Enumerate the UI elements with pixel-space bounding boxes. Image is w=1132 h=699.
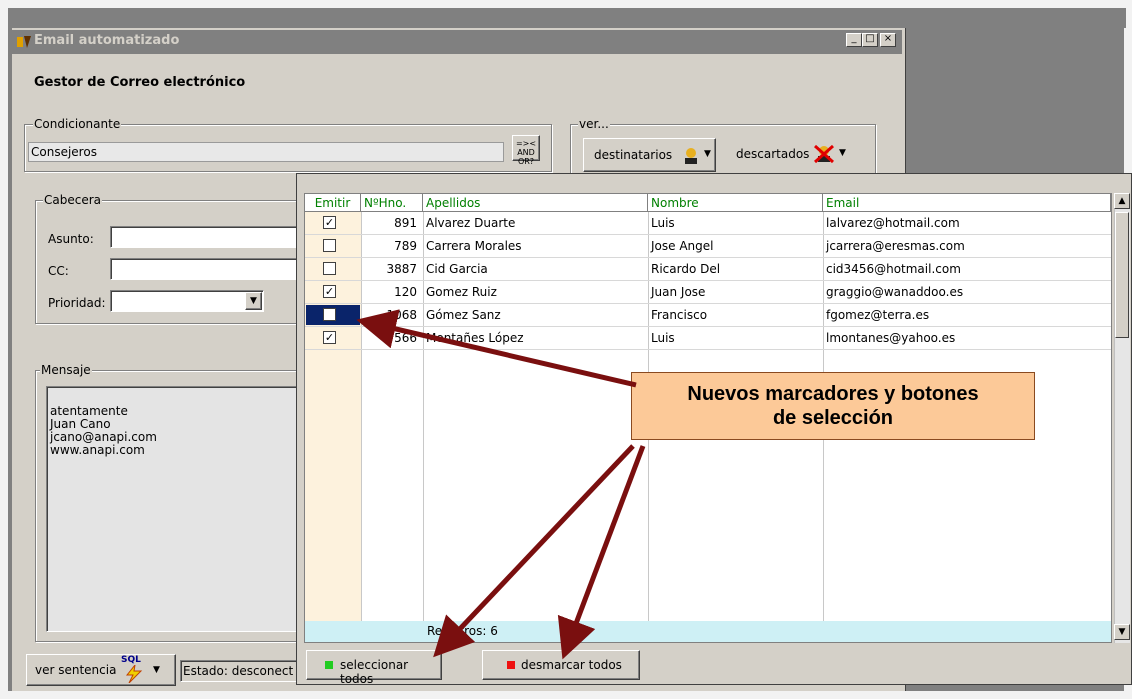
lightning-icon bbox=[125, 665, 143, 683]
table-row[interactable]: 3887 Cid Garcia Ricardo Del cid3456@hotmail… bbox=[305, 258, 1111, 281]
window-title: Email automatizado bbox=[34, 33, 180, 48]
ver-sentencia-button[interactable]: ver sentencia SQL ▼ bbox=[26, 654, 176, 686]
scroll-up-button[interactable]: ▲ bbox=[1114, 193, 1130, 209]
email-cell: lmontanes@yahoo.es bbox=[826, 331, 956, 345]
emitir-checkbox[interactable] bbox=[323, 239, 336, 252]
person-icon bbox=[685, 148, 697, 164]
nombre-cell: Juan Jose bbox=[651, 285, 706, 299]
table-row[interactable]: ✓ 566 Montañes López Luis lmontanes@yahoo.es bbox=[305, 327, 1111, 350]
email-cell: lalvarez@hotmail.com bbox=[826, 216, 960, 230]
deselect-all-button[interactable]: desmarcar todos bbox=[482, 650, 640, 680]
numero-cell: 120 bbox=[394, 285, 417, 299]
numero-cell: 3887 bbox=[386, 262, 417, 276]
header-email[interactable]: Email bbox=[823, 194, 1111, 212]
apellidos-cell: Alvarez Duarte bbox=[426, 216, 516, 230]
cc-input[interactable] bbox=[110, 258, 300, 280]
prioridad-select[interactable]: ▼ bbox=[110, 290, 264, 312]
cc-label: CC: bbox=[48, 264, 69, 278]
app-icon bbox=[17, 36, 31, 48]
header-nombre[interactable]: Nombre bbox=[648, 194, 823, 212]
prioridad-label: Prioridad: bbox=[48, 296, 106, 310]
callout-line: Nuevos marcadores y botones bbox=[687, 383, 979, 405]
emitir-checkbox[interactable] bbox=[323, 308, 336, 321]
minimize-button[interactable]: _ bbox=[846, 33, 862, 47]
logic-operator-icon: =>< AND OR? bbox=[515, 139, 537, 166]
nombre-cell: Francisco bbox=[651, 308, 708, 322]
email-cell: fgomez@terra.es bbox=[826, 308, 930, 322]
asunto-input[interactable] bbox=[110, 226, 300, 248]
email-cell: graggio@wanaddoo.es bbox=[826, 285, 964, 299]
deselect-all-label: desmarcar todos bbox=[521, 658, 622, 672]
chevron-down-icon: ▼ bbox=[153, 665, 160, 675]
nombre-cell: Ricardo Del bbox=[651, 262, 721, 276]
mensaje-textarea[interactable]: atentamente Juan Cano jcano@anapi.com ww… bbox=[46, 386, 300, 632]
apellidos-cell: Montañes López bbox=[426, 331, 524, 345]
callout-line: de selección bbox=[772, 407, 894, 429]
numero-cell: 1068 bbox=[386, 308, 417, 322]
header-emitir[interactable]: Emitir bbox=[305, 194, 361, 212]
page-title: Gestor de Correo electrónico bbox=[34, 75, 246, 90]
chevron-down-icon: ▼ bbox=[704, 149, 711, 159]
header-numero[interactable]: NºHno. bbox=[361, 194, 423, 212]
emitir-checkbox[interactable]: ✓ bbox=[323, 285, 336, 298]
ver-sentencia-label: ver sentencia bbox=[35, 663, 117, 677]
select-all-button[interactable]: seleccionar todos bbox=[306, 650, 442, 686]
maximize-button[interactable]: □ bbox=[862, 33, 878, 47]
grid-footer: Registros: 6 bbox=[305, 621, 1111, 642]
mensaje-label: Mensaje bbox=[40, 363, 92, 377]
scroll-thumb[interactable] bbox=[1115, 212, 1129, 338]
descartados-label: descartados bbox=[736, 147, 810, 161]
red-square-icon bbox=[507, 661, 515, 669]
numero-cell: 789 bbox=[394, 239, 417, 253]
apellidos-cell: Gomez Ruiz bbox=[426, 285, 497, 299]
mensaje-line: www.anapi.com bbox=[50, 443, 145, 457]
header-apellidos[interactable]: Apellidos bbox=[423, 194, 648, 212]
sql-icon: SQL bbox=[121, 655, 141, 665]
select-all-label: seleccionar todos bbox=[340, 658, 409, 686]
estado-field: Estado: desconect bbox=[180, 660, 298, 682]
destinatarios-button[interactable]: destinatarios ▼ bbox=[583, 138, 716, 172]
registros-count: Registros: 6 bbox=[427, 624, 498, 638]
email-cell: jcarrera@eresmas.com bbox=[826, 239, 965, 253]
discarded-person-icon bbox=[814, 144, 834, 164]
apellidos-cell: Carrera Morales bbox=[426, 239, 522, 253]
close-button[interactable]: × bbox=[880, 33, 896, 47]
nombre-cell: Luis bbox=[651, 331, 675, 345]
green-square-icon bbox=[325, 661, 333, 669]
numero-cell: 566 bbox=[394, 331, 417, 345]
table-row[interactable]: 1068 Gómez Sanz Francisco fgomez@terra.es bbox=[305, 304, 1111, 327]
nombre-cell: Jose Angel bbox=[651, 239, 714, 253]
descartados-button[interactable]: descartados ▼ bbox=[723, 138, 856, 172]
table-row[interactable]: 789 Carrera Morales Jose Angel jcarrera@ere… bbox=[305, 235, 1111, 258]
email-cell: cid3456@hotmail.com bbox=[826, 262, 961, 276]
apellidos-cell: Cid Garcia bbox=[426, 262, 488, 276]
chevron-down-icon: ▼ bbox=[839, 148, 846, 158]
emitir-checkbox[interactable]: ✓ bbox=[323, 216, 336, 229]
numero-cell: 891 bbox=[394, 216, 417, 230]
annotation-callout: Nuevos marcadores y botones de selección bbox=[631, 372, 1035, 440]
condicionante-label: Condicionante bbox=[33, 117, 122, 131]
cabecera-label: Cabecera bbox=[43, 193, 102, 207]
chevron-down-icon[interactable]: ▼ bbox=[245, 292, 262, 310]
table-row[interactable]: ✓ 120 Gomez Ruiz Juan Jose graggio@wanaddoo.… bbox=[305, 281, 1111, 304]
nombre-cell: Luis bbox=[651, 216, 675, 230]
condicionante-field[interactable]: Consejeros bbox=[28, 142, 504, 162]
destinatarios-label: destinatarios bbox=[594, 148, 673, 162]
asunto-label: Asunto: bbox=[48, 232, 94, 246]
logic-operator-button[interactable]: =>< AND OR? bbox=[512, 135, 540, 166]
scroll-down-button[interactable]: ▼ bbox=[1114, 624, 1130, 640]
table-row[interactable]: ✓ 891 Alvarez Duarte Luis lalvarez@hotmail.c… bbox=[305, 212, 1111, 235]
emitir-checkbox[interactable]: ✓ bbox=[323, 331, 336, 344]
emitir-checkbox[interactable] bbox=[323, 262, 336, 275]
ver-label: ver... bbox=[578, 117, 610, 131]
apellidos-cell: Gómez Sanz bbox=[426, 308, 501, 322]
